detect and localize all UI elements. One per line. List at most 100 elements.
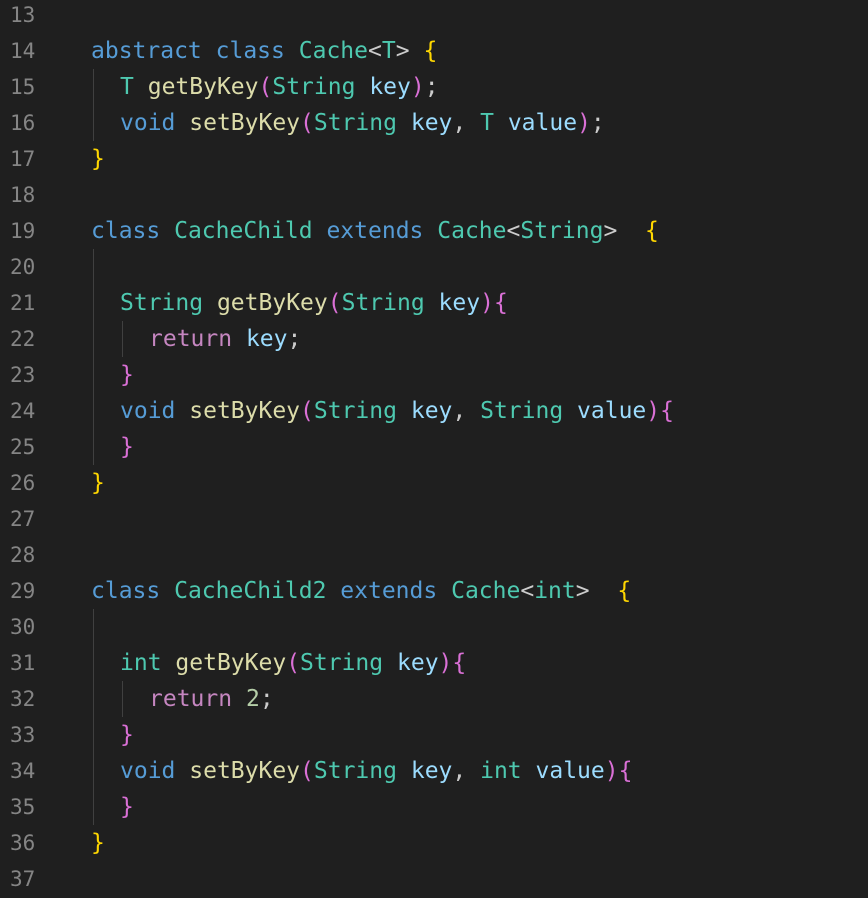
line-number: 33 <box>10 723 36 747</box>
code-token: return <box>149 686 233 712</box>
code-line[interactable]: 21 String getByKey(String key){ <box>0 285 868 321</box>
code-token: ) <box>480 290 494 316</box>
code-line[interactable]: 34 void setByKey(String key, int value){ <box>0 753 868 789</box>
line-number: 29 <box>10 579 36 603</box>
code-token: int <box>534 578 576 604</box>
line-code: return 2; <box>149 681 274 717</box>
code-token: T <box>120 74 134 100</box>
code-token: { <box>618 758 633 784</box>
line-number: 13 <box>10 3 36 27</box>
code-line[interactable]: 36} <box>0 825 868 861</box>
code-token: int <box>120 650 162 676</box>
code-token: String <box>313 110 397 136</box>
code-line[interactable]: 28 <box>0 537 868 573</box>
code-token: ( <box>300 758 314 784</box>
code-line[interactable]: 33} <box>0 717 868 753</box>
code-line[interactable]: 29 class CacheChild2 extends Cache<int> { <box>0 573 868 609</box>
code-token: key <box>410 110 453 136</box>
code-token: } <box>91 470 105 496</box>
code-token: { <box>645 218 659 244</box>
line-number: 18 <box>10 183 36 207</box>
code-line[interactable]: 13 <box>0 0 868 33</box>
code-token: ; <box>287 326 302 352</box>
line-number: 24 <box>10 399 36 423</box>
code-token: String <box>341 290 425 316</box>
code-line[interactable]: 22 return key; <box>0 321 868 357</box>
indent-guide <box>93 249 94 465</box>
code-token: key <box>438 290 481 316</box>
indent-guide <box>93 609 94 825</box>
line-code: void setByKey(String key, int value){ <box>120 753 632 789</box>
code-line[interactable]: 24 void setByKey(String key, String value… <box>0 393 868 429</box>
code-token: String <box>313 398 397 424</box>
line-code: abstract class Cache<T> { <box>91 33 437 69</box>
code-line[interactable]: 20 <box>0 249 868 285</box>
code-line[interactable]: 31 int getByKey(String key){ <box>0 645 868 681</box>
code-line[interactable]: 19 class CacheChild extends Cache<String>… <box>0 213 868 249</box>
code-line[interactable]: 14 abstract class Cache<T> { <box>0 33 868 69</box>
code-token: ; <box>259 686 274 712</box>
code-token: setByKey <box>189 110 301 136</box>
line-code: T getByKey(String key); <box>120 69 439 105</box>
code-line[interactable]: 25} <box>0 429 868 465</box>
code-token: , <box>452 110 481 136</box>
code-token: setByKey <box>189 398 301 424</box>
line-number: 23 <box>10 363 36 387</box>
line-number: 32 <box>10 687 36 711</box>
code-editor[interactable]: 13 14 abstract class Cache<T> {15 T getByKe… <box>0 0 868 898</box>
code-token: ) <box>646 398 661 424</box>
code-token: String <box>120 290 204 316</box>
code-line[interactable]: 32 return 2; <box>0 681 868 717</box>
code-token: key <box>397 650 439 676</box>
code-token: Cache <box>437 218 507 244</box>
code-token: class <box>215 38 285 64</box>
code-line[interactable]: 16 void setByKey(String key, T value); <box>0 105 868 141</box>
code-line[interactable]: 27 <box>0 501 868 537</box>
code-token: } <box>120 794 134 820</box>
code-token: getByKey <box>147 74 259 100</box>
code-token: void <box>120 110 176 136</box>
code-line[interactable]: 37 <box>0 861 868 897</box>
code-line[interactable]: 35} <box>0 789 868 825</box>
code-token: String <box>300 650 384 676</box>
code-line[interactable]: 17} <box>0 141 868 177</box>
code-token: key <box>410 758 453 784</box>
code-token: getByKey <box>216 290 328 316</box>
code-token: abstract <box>91 38 202 64</box>
line-number: 17 <box>10 147 36 171</box>
code-line[interactable]: 23} <box>0 357 868 393</box>
line-number: 28 <box>10 543 36 567</box>
code-token: < <box>368 38 382 64</box>
indent-guide <box>93 69 94 141</box>
code-token: < <box>506 218 521 244</box>
code-line[interactable]: 18 <box>0 177 868 213</box>
code-token: void <box>120 398 176 424</box>
code-line[interactable]: 26} <box>0 465 868 501</box>
code-token: Cache <box>451 578 521 604</box>
code-token: getByKey <box>175 650 287 676</box>
line-number: 21 <box>10 291 36 315</box>
code-line[interactable]: 30 <box>0 609 868 645</box>
line-number: 14 <box>10 39 36 63</box>
code-token: value <box>507 110 578 136</box>
code-line[interactable]: 15 T getByKey(String key); <box>0 69 868 105</box>
code-token: , <box>452 398 481 424</box>
line-number: 20 <box>10 255 36 279</box>
code-token: } <box>120 434 134 460</box>
